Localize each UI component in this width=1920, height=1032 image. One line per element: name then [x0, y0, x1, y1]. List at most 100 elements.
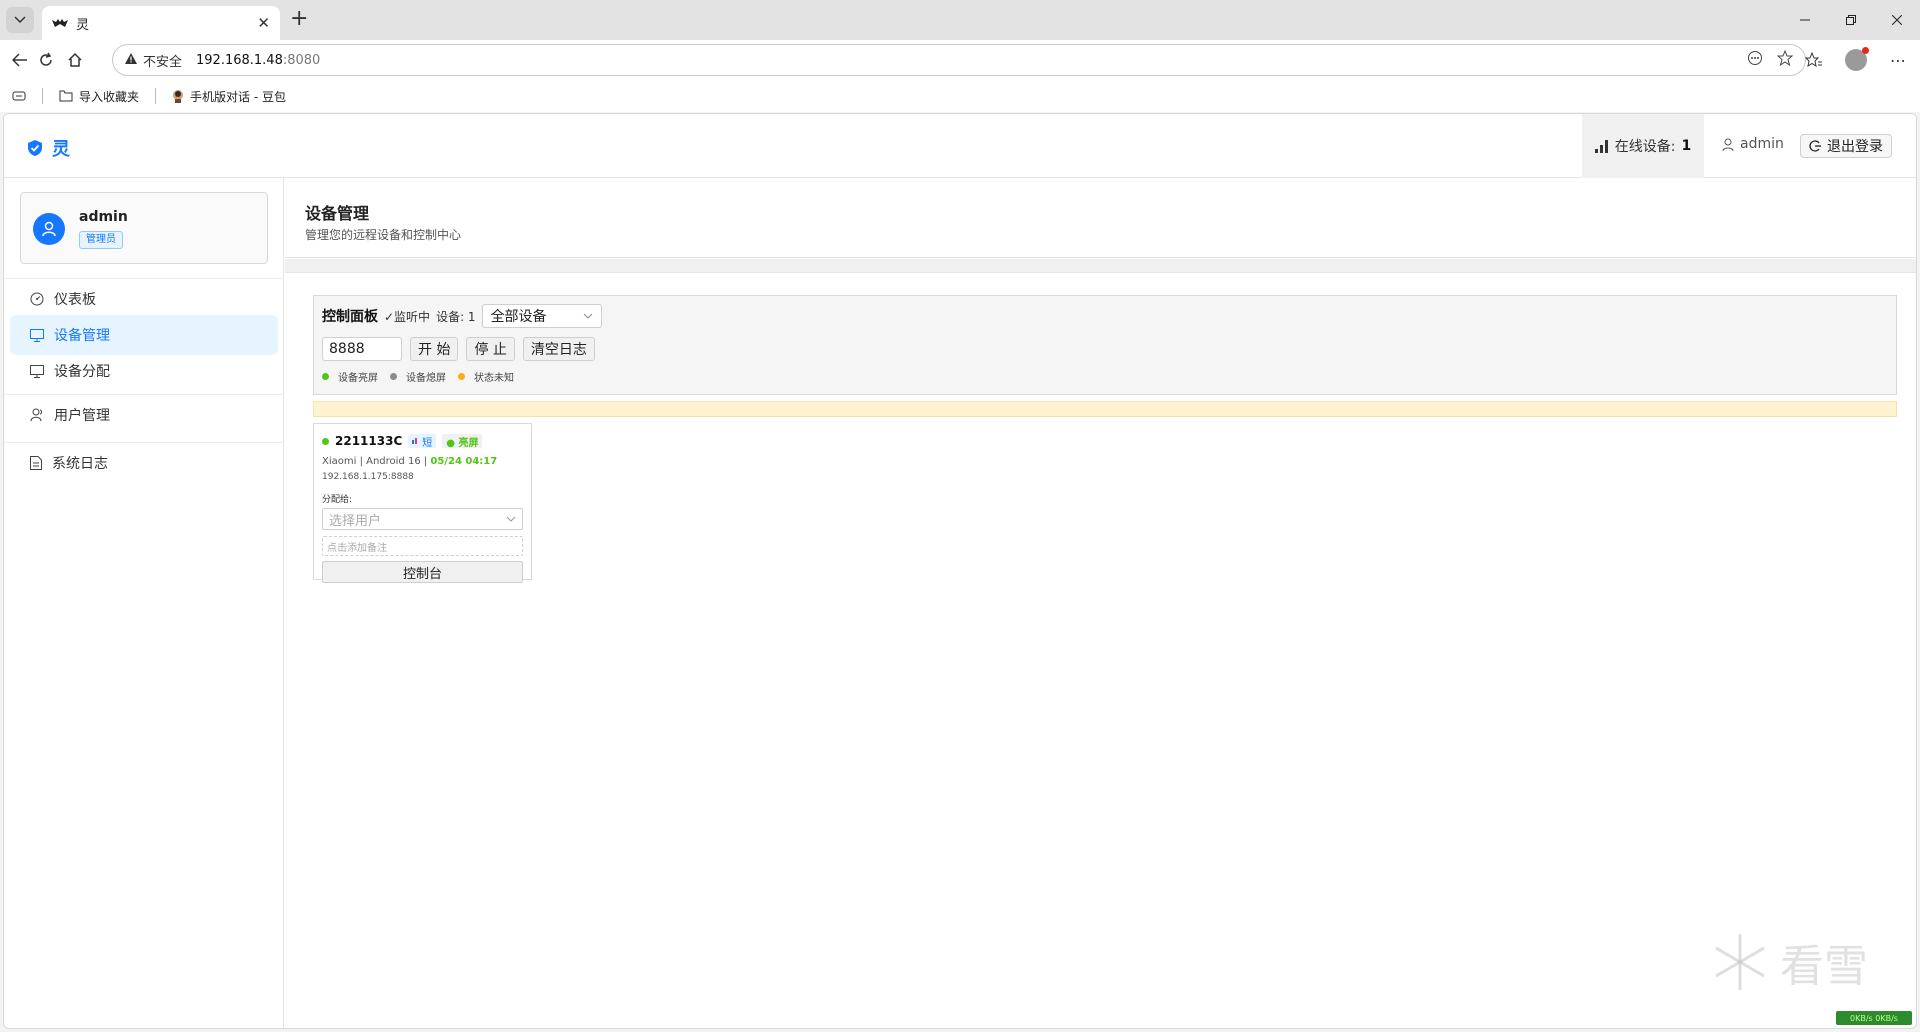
device-address: 192.168.1.175:8888 [322, 472, 414, 482]
status-legend: 设备亮屏 设备熄屏 状态未知 [322, 369, 516, 384]
profile-avatar-icon[interactable] [1844, 47, 1869, 72]
logout-icon [1809, 140, 1821, 152]
online-label: 在线设备: [1614, 139, 1676, 155]
control-panel-actions: 开 始 停 止 清空日志 [322, 337, 595, 361]
port-input[interactable] [322, 337, 402, 361]
control-panel: 控制面板 ✓监听中 设备: 1 全部设备 开 始 停 止 清空日志 设备亮屏 设… [313, 295, 1897, 395]
minimize-icon[interactable] [1782, 0, 1828, 40]
clear-logs-button[interactable]: 清空日志 [522, 337, 595, 361]
monitor-icon [30, 328, 44, 342]
section-divider [285, 259, 1916, 273]
url-input[interactable]: 不安全 192.168.1.48:8080 [112, 44, 1806, 76]
user-card-name: admin [79, 209, 128, 225]
user-icon [1722, 138, 1734, 151]
main-content: 设备管理 管理您的远程设备和控制中心 控制面板 ✓监听中 设备: 1 全部设备 … [285, 178, 1916, 1028]
device-meta: Xiaomi | Android 16 | 05/24 04:17 [322, 456, 497, 467]
sidebar-item-device-assignment[interactable]: 设备分配 [10, 351, 278, 391]
favorites-icon[interactable] [1802, 48, 1826, 72]
legend-item: 状态未知 [458, 369, 514, 384]
sidebar-item-label: 系统日志 [52, 456, 108, 472]
sidebar-item-label: 设备分配 [54, 364, 110, 380]
assign-user-select[interactable]: 选择用户 [322, 508, 523, 530]
insecure-label[interactable]: 不安全 [143, 51, 182, 70]
reload-icon[interactable] [36, 50, 56, 70]
brand[interactable]: 灵 [28, 135, 70, 161]
browser-tab[interactable]: 灵 ✕ [42, 6, 280, 40]
role-badge: 管理员 [79, 231, 123, 249]
file-text-icon [30, 456, 42, 470]
log-notice-bar [313, 401, 1897, 417]
browser-toolbar: ⋯ [1802, 47, 1910, 72]
tab-actions-menu-button[interactable] [6, 7, 34, 33]
assign-label: 分配给: [322, 495, 353, 505]
app-header: 灵 在线设备: 1 admin 退出登录 [4, 114, 1916, 178]
legend-item: 设备熄屏 [390, 369, 446, 384]
user-avatar-icon [42, 221, 56, 237]
console-button[interactable]: 控制台 [322, 561, 523, 583]
online-count: 1 [1681, 138, 1692, 154]
stop-button[interactable]: 停 止 [466, 337, 515, 361]
header-username: admin [1740, 136, 1784, 152]
header-user: admin [1722, 136, 1784, 152]
window-controls [1782, 0, 1920, 40]
device-filter-value: 全部设备 [490, 309, 547, 325]
device-status-dot [322, 437, 329, 445]
sidebar-item-label: 用户管理 [54, 408, 110, 424]
sidebar-item-dashboard[interactable]: 仪表板 [10, 279, 278, 319]
bookmark-label: 导入收藏夹 [79, 89, 140, 104]
page-title: 设备管理 [305, 204, 370, 223]
dashboard-gauge-icon [30, 292, 44, 306]
back-arrow-icon[interactable] [10, 50, 30, 70]
chevron-down-icon [506, 516, 516, 522]
legend-label: 设备亮屏 [338, 373, 378, 384]
status-dot-on [322, 373, 329, 380]
bookmark-divider [155, 88, 157, 104]
app-window: 灵 在线设备: 1 admin 退出登录 admin 管理员 仪表板 设备管理 … [3, 113, 1917, 1029]
close-window-icon[interactable] [1874, 0, 1920, 40]
user-card: admin 管理员 [20, 192, 268, 264]
sidebar-item-user-management[interactable]: 用户管理 [10, 395, 278, 435]
chevron-down-icon [14, 16, 26, 24]
restore-icon[interactable] [1828, 0, 1874, 40]
users-icon [30, 408, 42, 422]
start-button[interactable]: 开 始 [410, 337, 459, 361]
listening-status: ✓监听中 [384, 309, 431, 324]
screen-on-tag: ● 亮屏 [442, 434, 483, 449]
bat-favicon-icon [52, 15, 68, 31]
avatar [33, 213, 65, 245]
device-count: 设备: 1 [436, 309, 476, 324]
bookmark-divider [42, 88, 43, 104]
sidebar-item-label: 仪表板 [54, 292, 96, 308]
sidebar-item-label: 设备管理 [54, 328, 110, 344]
online-devices-indicator: 在线设备: 1 [1582, 114, 1704, 178]
page-subtitle: 管理您的远程设备和控制中心 [305, 228, 462, 242]
tab-close-icon[interactable]: ✕ [257, 14, 270, 32]
network-speed-badge: 0KB/s 0KB/s [1836, 1011, 1912, 1025]
sidebar-item-device-management[interactable]: 设备管理 [10, 315, 278, 355]
logout-button[interactable]: 退出登录 [1800, 134, 1892, 158]
url-port: :8080 [282, 52, 321, 68]
status-dot-off [390, 373, 397, 380]
logout-label: 退出登录 [1827, 139, 1883, 155]
bookmarks-toggle-icon[interactable] [12, 90, 26, 102]
folder-import-icon [59, 90, 73, 102]
favorite-star-icon[interactable] [1776, 49, 1794, 70]
bookmark-import[interactable]: 导入收藏夹 [59, 88, 139, 105]
doubao-favicon-icon [173, 90, 184, 103]
legend-label: 设备熄屏 [406, 373, 446, 384]
omnibox-actions [1747, 49, 1794, 70]
device-note-field[interactable]: 点击添加备注 [322, 536, 523, 556]
more-options-icon[interactable]: ⋯ [1886, 48, 1910, 72]
shield-check-icon [28, 140, 42, 156]
sidebar-item-system-logs[interactable]: 系统日志 [10, 443, 278, 483]
sms-tag: 短 [408, 434, 437, 449]
device-filter-select[interactable]: 全部设备 [481, 304, 602, 328]
legend-label: 状态未知 [474, 373, 514, 384]
read-aloud-icon[interactable] [1747, 50, 1763, 70]
monitor-icon [30, 364, 44, 378]
chevron-down-icon [583, 313, 592, 319]
new-tab-icon[interactable]: + [290, 8, 308, 30]
signal-tag-icon [412, 438, 418, 444]
bookmark-doubao[interactable]: 手机版对话 - 豆包 [172, 88, 286, 105]
home-icon[interactable] [65, 50, 85, 70]
